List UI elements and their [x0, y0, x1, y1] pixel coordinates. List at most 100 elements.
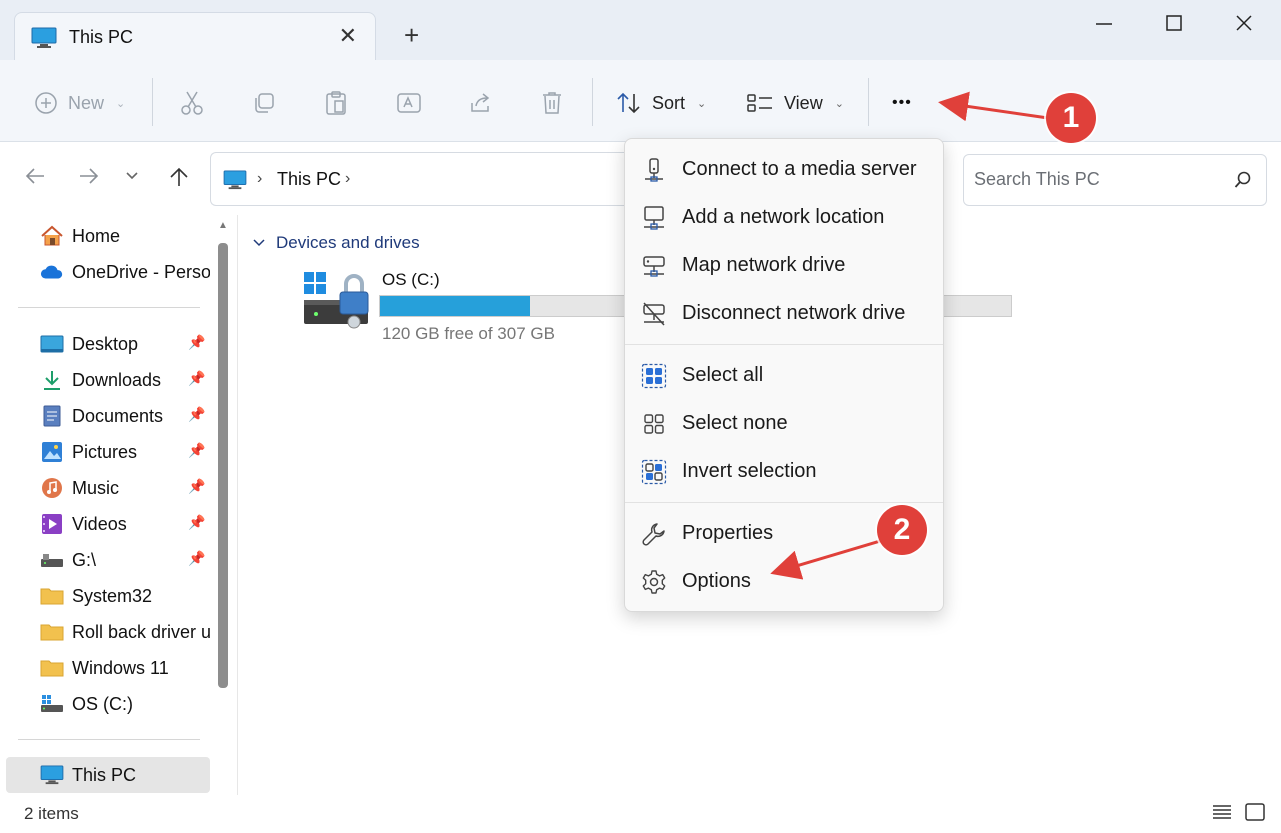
- sidebar-item-windows-11[interactable]: Windows 11: [40, 653, 210, 683]
- sidebar-item-onedrive[interactable]: OneDrive - Personal: [40, 257, 210, 287]
- paste-button[interactable]: [324, 88, 348, 118]
- group-header-label: Devices and drives: [276, 233, 420, 252]
- select-all-icon: [641, 363, 667, 389]
- search-input[interactable]: [974, 169, 1224, 190]
- invert-selection-icon: [641, 459, 667, 485]
- more-options-icon: •••: [892, 94, 912, 111]
- breadcrumb-chevron-icon[interactable]: ›: [345, 170, 350, 188]
- sort-arrows-icon: [617, 92, 640, 114]
- recent-locations-chevron-icon[interactable]: [124, 166, 140, 192]
- sidebar-item-label: Windows 11: [72, 657, 169, 678]
- tab-this-pc[interactable]: This PC ✕: [14, 12, 376, 62]
- sort-button[interactable]: Sort ⌄: [616, 88, 706, 118]
- pin-icon[interactable]: 📌: [188, 334, 205, 351]
- chevron-down-icon: ⌄: [697, 97, 707, 110]
- close-window-icon[interactable]: [1224, 10, 1264, 38]
- sidebar-item-downloads[interactable]: Downloads: [40, 365, 210, 395]
- breadcrumb-this-pc[interactable]: This PC: [277, 169, 341, 190]
- menu-item-label: Select none: [682, 412, 788, 434]
- home-icon: [40, 224, 64, 248]
- menu-item-label: Options: [682, 570, 751, 592]
- delete-button[interactable]: [540, 88, 564, 118]
- toolbar-divider: [592, 78, 593, 126]
- sidebar-divider: [18, 307, 200, 308]
- sidebar-item-label: This PC: [72, 764, 137, 785]
- breadcrumb-chevron-icon[interactable]: ›: [257, 170, 262, 188]
- drive-name: OS (C:): [382, 270, 440, 289]
- pin-icon[interactable]: 📌: [188, 514, 205, 531]
- maximize-icon[interactable]: [1154, 10, 1194, 38]
- large-icons-view-icon[interactable]: [1244, 802, 1266, 827]
- sidebar-item-label: OS (C:): [72, 693, 133, 714]
- menu-item-disconnect-network-drive[interactable]: Disconnect network drive: [625, 291, 943, 335]
- up-arrow-icon[interactable]: [168, 166, 190, 194]
- menu-item-map-network-drive[interactable]: Map network drive: [625, 243, 943, 287]
- view-layout-icon: [747, 94, 772, 112]
- this-pc-icon: [223, 170, 247, 195]
- menu-item-label: Invert selection: [682, 460, 817, 482]
- menu-item-connect-media-server[interactable]: Connect to a media server: [625, 147, 943, 191]
- sidebar-item-home[interactable]: Home: [40, 221, 210, 251]
- menu-item-invert-selection[interactable]: Invert selection: [625, 449, 943, 493]
- menu-item-select-none[interactable]: Select none: [625, 401, 943, 445]
- music-icon: [40, 476, 64, 500]
- cut-button[interactable]: [180, 88, 204, 118]
- new-tab-button[interactable]: +: [404, 22, 419, 48]
- sidebar-item-roll-back-driver[interactable]: Roll back driver updates: [40, 617, 210, 647]
- menu-item-add-network-location[interactable]: Add a network location: [625, 195, 943, 239]
- sidebar-item-desktop[interactable]: Desktop: [40, 329, 210, 359]
- sidebar-item-pictures[interactable]: Pictures: [40, 437, 210, 467]
- group-header-devices[interactable]: Devices and drives: [252, 233, 420, 253]
- menu-item-options[interactable]: Options: [625, 559, 943, 603]
- menu-item-label: Select all: [682, 364, 764, 386]
- sidebar-item-g-drive[interactable]: G:\: [40, 545, 210, 575]
- scroll-up-icon[interactable]: ▲: [218, 220, 228, 231]
- sidebar-item-os-c[interactable]: OS (C:): [40, 689, 210, 719]
- sidebar-item-label: Home: [72, 225, 121, 246]
- details-view-icon[interactable]: [1211, 802, 1233, 827]
- sidebar-item-system32[interactable]: System32: [40, 581, 210, 611]
- clipboard-icon: [326, 91, 346, 115]
- pin-icon[interactable]: 📌: [188, 442, 205, 459]
- new-label: New: [68, 92, 105, 113]
- see-more-button[interactable]: •••: [892, 88, 912, 118]
- new-button[interactable]: New ⌄: [34, 88, 125, 118]
- pictures-icon: [40, 440, 64, 464]
- menu-item-select-all[interactable]: Select all: [625, 353, 943, 397]
- disconnect-drive-icon: [641, 301, 667, 327]
- sort-label: Sort: [652, 92, 686, 113]
- search-icon[interactable]: [1234, 171, 1252, 194]
- minimize-icon[interactable]: [1084, 10, 1124, 38]
- menu-item-label: Add a network location: [682, 206, 885, 228]
- rename-button[interactable]: [396, 88, 422, 118]
- forward-arrow-icon[interactable]: [78, 166, 100, 192]
- pin-icon[interactable]: 📌: [188, 406, 205, 423]
- onedrive-cloud-icon: [40, 260, 64, 284]
- plus-circle-icon: [35, 92, 57, 114]
- download-arrow-icon: [40, 368, 64, 392]
- pin-icon[interactable]: 📌: [188, 550, 205, 567]
- pane-divider[interactable]: [237, 215, 238, 795]
- back-arrow-icon[interactable]: [24, 166, 46, 192]
- sidebar-scrollbar-thumb[interactable]: [218, 243, 228, 688]
- view-button[interactable]: View ⌄: [746, 88, 844, 118]
- close-tab-icon[interactable]: ✕: [339, 23, 357, 49]
- sidebar-item-documents[interactable]: Documents: [40, 401, 210, 431]
- share-icon: [471, 93, 490, 112]
- sidebar-item-this-pc[interactable]: This PC: [40, 760, 210, 790]
- sidebar-item-videos[interactable]: Videos: [40, 509, 210, 539]
- desktop-icon: [40, 332, 64, 356]
- menu-item-label: Map network drive: [682, 254, 846, 276]
- annotation-badge-2: 2: [877, 505, 927, 555]
- status-item-count: 2 items: [24, 804, 79, 823]
- address-bar[interactable]: › This PC ›: [210, 152, 626, 206]
- share-button[interactable]: [468, 88, 494, 118]
- media-server-icon: [641, 157, 667, 183]
- menu-separator: [625, 344, 943, 345]
- pin-icon[interactable]: 📌: [188, 478, 205, 495]
- search-box[interactable]: [963, 154, 1267, 206]
- copy-button[interactable]: [252, 88, 276, 118]
- pin-icon[interactable]: 📌: [188, 370, 205, 387]
- sidebar-item-music[interactable]: Music: [40, 473, 210, 503]
- menu-item-label: Connect to a media server: [682, 158, 917, 180]
